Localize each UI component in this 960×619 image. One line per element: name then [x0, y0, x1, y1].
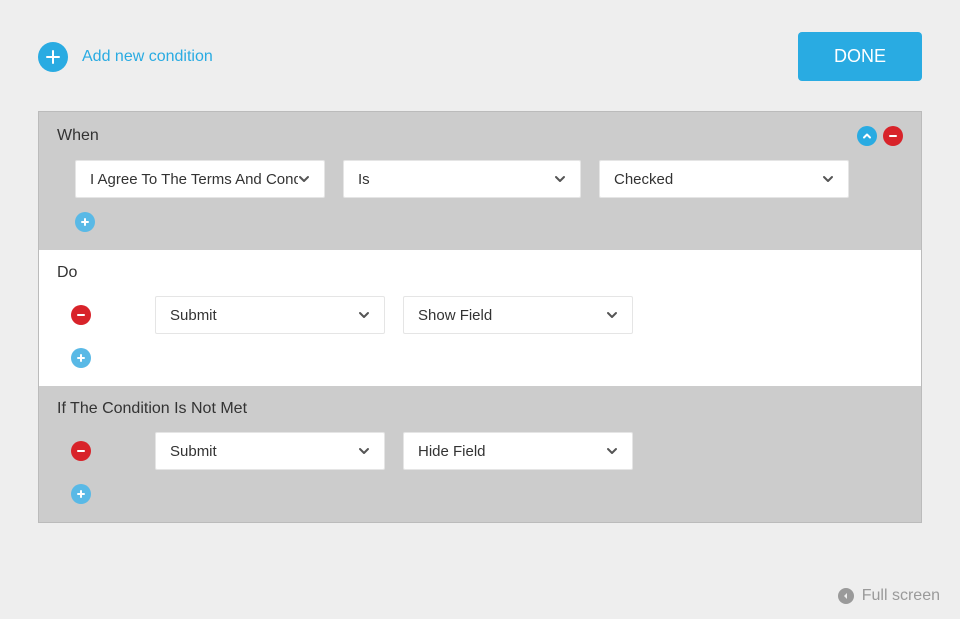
do-title: Do [57, 264, 77, 282]
when-value-select[interactable]: Checked [599, 160, 849, 198]
else-title: If The Condition Is Not Met [57, 400, 247, 418]
else-action-select[interactable]: Hide Field [403, 432, 633, 470]
chevron-down-icon [358, 445, 370, 457]
add-do-row-button[interactable] [71, 348, 91, 368]
else-action-value: Hide Field [418, 443, 606, 460]
else-target-value: Submit [170, 443, 358, 460]
add-else-row-button[interactable] [71, 484, 91, 504]
when-title: When [57, 127, 99, 145]
plus-icon [38, 42, 68, 72]
do-section: Do Submit Show Field [39, 250, 921, 386]
do-action-select[interactable]: Show Field [403, 296, 633, 334]
when-section: When I Agree To The Terms And Conditions [39, 112, 921, 250]
add-condition-label: Add new condition [82, 48, 213, 66]
when-operator-value: Is [358, 171, 554, 188]
minus-icon [888, 131, 898, 141]
plus-icon [76, 353, 86, 363]
else-target-select[interactable]: Submit [155, 432, 385, 470]
remove-do-row-button[interactable] [71, 305, 91, 325]
chevron-down-icon [358, 309, 370, 321]
do-action-value: Show Field [418, 307, 606, 324]
minus-icon [76, 310, 86, 320]
when-operator-select[interactable]: Is [343, 160, 581, 198]
condition-panel: When I Agree To The Terms And Conditions [38, 111, 922, 523]
arrow-left-icon [838, 588, 854, 604]
chevron-down-icon [554, 173, 566, 185]
done-button[interactable]: DONE [798, 32, 922, 81]
chevron-down-icon [606, 309, 618, 321]
add-condition-button[interactable]: Add new condition [38, 42, 213, 72]
chevron-up-icon [862, 131, 872, 141]
chevron-down-icon [298, 173, 310, 185]
remove-else-row-button[interactable] [71, 441, 91, 461]
chevron-down-icon [822, 173, 834, 185]
fullscreen-button[interactable]: Full screen [838, 587, 940, 605]
plus-icon [80, 217, 90, 227]
collapse-button[interactable] [857, 126, 877, 146]
when-field-value: I Agree To The Terms And Conditions [90, 171, 298, 188]
top-bar: Add new condition DONE [38, 32, 922, 81]
do-target-value: Submit [170, 307, 358, 324]
plus-icon [76, 489, 86, 499]
minus-icon [76, 446, 86, 456]
when-value-value: Checked [614, 171, 822, 188]
remove-condition-button[interactable] [883, 126, 903, 146]
chevron-down-icon [606, 445, 618, 457]
add-when-row-button[interactable] [75, 212, 95, 232]
fullscreen-label: Full screen [862, 587, 940, 605]
do-target-select[interactable]: Submit [155, 296, 385, 334]
when-field-select[interactable]: I Agree To The Terms And Conditions [75, 160, 325, 198]
else-section: If The Condition Is Not Met Submit Hide … [39, 386, 921, 522]
